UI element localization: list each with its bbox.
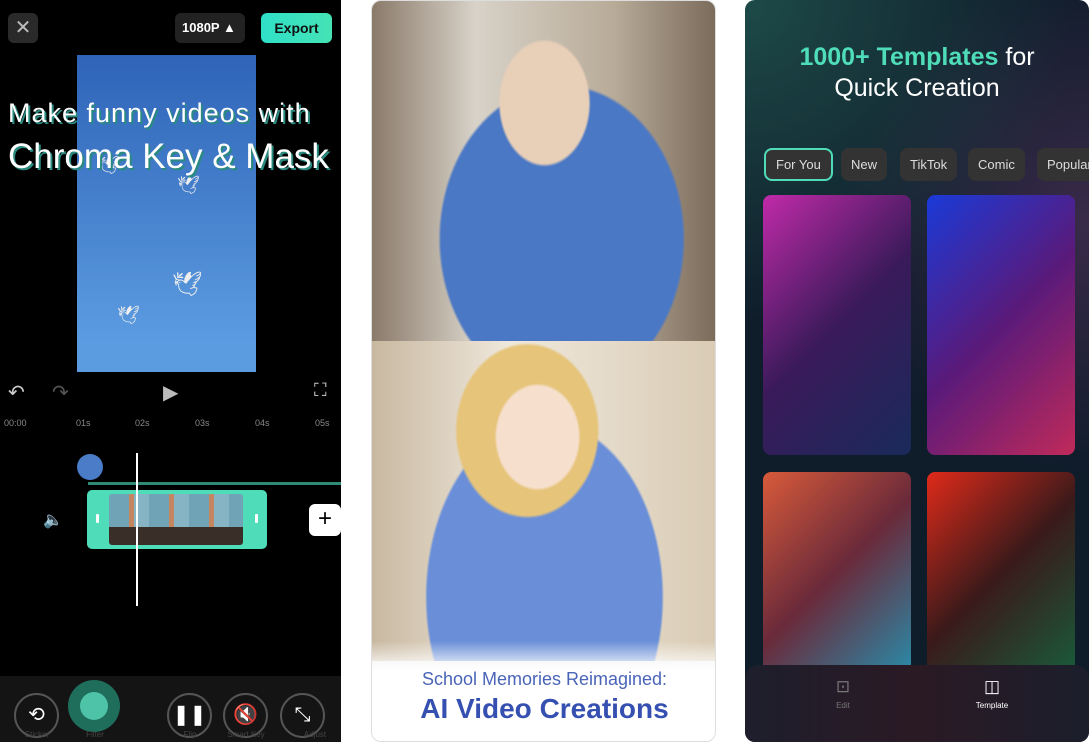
timeline-tick: 01s: [76, 418, 91, 428]
chip-for-you[interactable]: For You: [764, 148, 833, 181]
headline-highlight: 1000+ Templates: [799, 43, 999, 71]
headline-feature: Chroma Key & Mask: [8, 137, 329, 176]
caret-up-icon: ▲: [222, 20, 236, 35]
trim-handle-right[interactable]: [255, 514, 258, 523]
overlay-track[interactable]: [88, 482, 341, 485]
templates-screen: 1000+ Templates for Quick Creation For Yo…: [745, 0, 1089, 742]
bird-image: 🕊: [117, 305, 140, 325]
bird-image: 🕊: [172, 271, 203, 298]
template-card[interactable]: [763, 195, 911, 455]
headline-line2: Quick Creation: [834, 74, 1000, 102]
bottom-nav: ⊡ Edit ◫ Template: [745, 665, 1089, 742]
nav-edit[interactable]: ⊡ Edit: [803, 677, 883, 710]
export-button[interactable]: Export: [261, 13, 332, 43]
headline: Make funny videos with: [8, 98, 311, 128]
caption-fade: [372, 641, 715, 741]
ai-video-promo: School Memories Reimagined: AI Video Cre…: [371, 0, 716, 742]
template-card[interactable]: [927, 195, 1075, 455]
trim-handle-left[interactable]: [96, 514, 99, 523]
promo-title: AI Video Creations: [420, 693, 669, 724]
templates-headline: 1000+ Templates for Quick Creation: [745, 42, 1089, 104]
real-photo: [372, 1, 715, 341]
headline-rest: for: [998, 43, 1035, 71]
bird-image: 🕊: [177, 175, 200, 195]
template-icon: ◫: [983, 677, 1001, 696]
overlay-clip-thumbnail[interactable]: [77, 454, 103, 480]
edit-icon: ⊡: [835, 677, 851, 696]
template-card[interactable]: [927, 472, 1075, 672]
play-icon[interactable]: ▶: [163, 380, 178, 405]
chip-new[interactable]: New: [841, 148, 888, 181]
video-editor-screen: ✕ 1080P ▲ Export 🕊 🕊 🕊 🕊 Make funny vide…: [0, 0, 341, 742]
chip-comic[interactable]: Comic: [968, 148, 1025, 181]
undo-icon[interactable]: ↶: [8, 380, 25, 405]
redo-icon[interactable]: ↷: [52, 380, 69, 405]
anime-render-image: [372, 341, 715, 661]
nav-template[interactable]: ◫ Template: [952, 677, 1032, 710]
promo-subtitle: School Memories Reimagined:: [421, 669, 668, 689]
timeline-tick: 05s: [315, 418, 330, 428]
bottom-toolbar: ⟲ Sticker Filter ❚❚ Flip 🔇 Smart Key ⤡ A…: [0, 676, 341, 742]
timeline-tick: 04s: [255, 418, 270, 428]
playhead[interactable]: [136, 453, 138, 606]
chip-popular[interactable]: Popular: [1037, 148, 1089, 181]
close-button[interactable]: ✕: [8, 13, 38, 43]
add-clip-button[interactable]: +: [309, 504, 341, 536]
fullscreen-icon[interactable]: ⛶: [314, 380, 327, 401]
resolution-selector[interactable]: 1080P ▲: [175, 13, 245, 43]
timeline-tick: 02s: [135, 418, 150, 428]
template-card[interactable]: [763, 472, 911, 672]
chip-tiktok[interactable]: TikTok: [900, 148, 958, 181]
filter-icon[interactable]: [68, 680, 120, 732]
clip-thumbnails: [109, 494, 243, 545]
timeline-tick: 00:00: [4, 418, 27, 428]
timeline-tick: 03s: [195, 418, 210, 428]
volume-icon[interactable]: 🔈: [43, 510, 63, 530]
video-clip[interactable]: [87, 490, 267, 549]
